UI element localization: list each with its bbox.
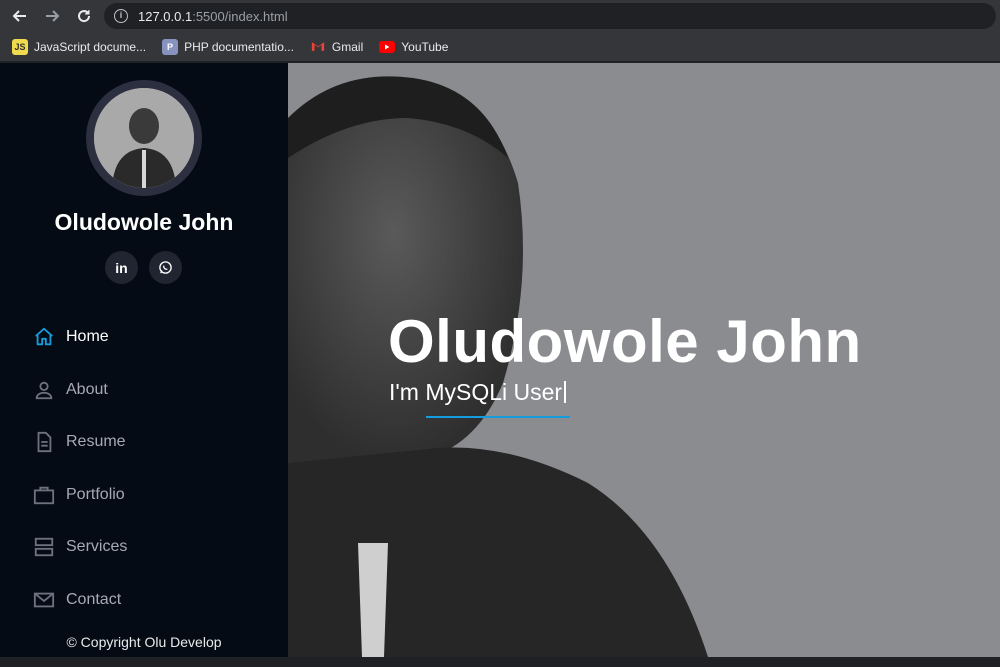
nav-item-portfolio[interactable]: Portfolio	[32, 469, 127, 522]
nav-label: Services	[66, 538, 128, 556]
nav-label: Resume	[66, 433, 126, 451]
address-bar[interactable]: i 127.0.0.1:5500/index.html	[104, 3, 996, 29]
back-button[interactable]	[6, 2, 34, 30]
bookmark-gmail[interactable]: Gmail	[310, 39, 363, 55]
linkedin-icon: in	[115, 259, 128, 276]
nav-menu: Home About Resume Portfolio Services Con…	[32, 311, 127, 626]
reload-button[interactable]	[70, 2, 98, 30]
bookmark-javascript[interactable]: JS JavaScript docume...	[12, 38, 147, 55]
bookmark-youtube[interactable]: YouTube	[379, 39, 448, 55]
file-icon	[32, 430, 56, 454]
whatsapp-link[interactable]	[149, 251, 182, 284]
profile-photo	[94, 88, 194, 188]
bookmark-label: Gmail	[331, 39, 364, 54]
gmail-icon	[310, 39, 326, 55]
nav-label: Portfolio	[66, 485, 125, 503]
briefcase-icon	[32, 483, 56, 507]
bookmark-label: YouTube	[401, 39, 449, 54]
bookmark-label: JavaScript docume...	[34, 39, 147, 54]
profile-name: Oludowole John	[54, 209, 234, 235]
hero-section: Oludowole John I'm MySQLi User	[288, 63, 1000, 657]
copyright-text: © Copyright Olu Develop	[66, 634, 222, 650]
avatar	[86, 80, 202, 196]
nav-label: Home	[66, 328, 109, 346]
url-host: 127.0.0.1	[138, 8, 193, 24]
envelope-icon	[32, 588, 56, 612]
server-icon	[32, 535, 56, 559]
forward-arrow-icon	[46, 10, 60, 22]
bookmark-label: PHP documentatio...	[184, 39, 294, 54]
nav-label: Contact	[66, 590, 122, 608]
forward-button[interactable]	[38, 2, 66, 30]
home-icon	[32, 325, 56, 349]
bookmark-php[interactable]: P PHP documentatio...	[162, 38, 294, 55]
site-info-icon[interactable]: i	[114, 9, 128, 23]
nav-item-home[interactable]: Home	[32, 311, 127, 364]
linkedin-link[interactable]: in	[105, 251, 138, 284]
hero-subtitle: I'm MySQLi User	[389, 379, 567, 406]
nav-item-services[interactable]: Services	[32, 521, 127, 574]
nav-item-about[interactable]: About	[32, 364, 127, 417]
js-doc-icon: JS	[12, 38, 28, 55]
whatsapp-icon	[159, 261, 172, 274]
social-links: in	[105, 251, 182, 284]
bookmarks-bar: JS JavaScript docume... P PHP documentat…	[0, 32, 1000, 62]
back-arrow-icon	[12, 10, 26, 22]
reload-icon	[78, 10, 91, 23]
status-bar	[0, 657, 1000, 667]
nav-label: About	[66, 380, 108, 398]
accent-underline	[426, 416, 570, 418]
php-doc-icon: P	[162, 38, 179, 55]
nav-item-contact[interactable]: Contact	[32, 574, 127, 627]
url-path: :5500/index.html	[192, 8, 288, 24]
browser-toolbar: i 127.0.0.1:5500/index.html	[0, 0, 1000, 32]
hero-title: Oludowole John	[388, 308, 862, 375]
person-icon	[32, 378, 56, 402]
youtube-icon	[379, 39, 396, 55]
sidebar: Oludowole John in Home About Resume Port…	[0, 63, 288, 657]
nav-item-resume[interactable]: Resume	[32, 416, 127, 469]
typing-cursor	[564, 381, 567, 403]
web-page: Oludowole John in Home About Resume Port…	[0, 63, 1000, 657]
typed-text: I'm MySQLi User	[389, 379, 563, 405]
